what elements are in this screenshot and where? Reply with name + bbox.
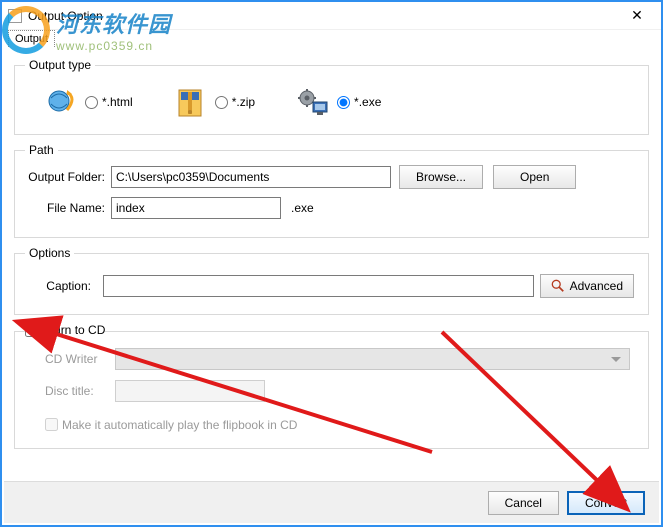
radio-html-input[interactable] (85, 96, 98, 109)
autoplay-label: Make it automatically play the flipbook … (62, 418, 297, 432)
disc-title-row: Disc title: (45, 380, 630, 402)
filename-row: File Name: .exe (25, 197, 638, 219)
path-legend: Path (25, 143, 58, 157)
cd-writer-row: CD Writer (45, 348, 630, 370)
radio-zip-label: *.zip (232, 95, 255, 109)
radio-zip-input[interactable] (215, 96, 228, 109)
burn-legend-text: urn to CD (54, 323, 105, 337)
tab-header: Output (2, 30, 661, 50)
output-folder-input[interactable] (111, 166, 391, 188)
autoplay-checkbox: Make it automatically play the flipbook … (45, 418, 297, 432)
caption-input[interactable] (103, 275, 534, 297)
burn-checkbox-input[interactable] (25, 324, 38, 337)
output-type-group: Output type *.html *.zip (14, 58, 649, 135)
output-type-exe-radio[interactable]: *.exe (337, 95, 381, 109)
autoplay-checkbox-input (45, 418, 58, 431)
tab-output[interactable]: Output (8, 30, 55, 47)
content-area: Output type *.html *.zip (2, 50, 661, 449)
options-group: Options Caption: Advanced (14, 246, 649, 315)
output-folder-row: Output Folder: Browse... Open (25, 165, 638, 189)
dialog-footer: Cancel Convert (4, 481, 659, 523)
output-folder-label: Output Folder: (25, 170, 111, 184)
convert-button[interactable]: Convert (567, 491, 645, 515)
radio-html-label: *.html (102, 95, 133, 109)
disc-title-label: Disc title: (45, 384, 115, 398)
filename-label: File Name: (25, 201, 111, 215)
radio-exe-label: *.exe (354, 95, 381, 109)
caption-label: Caption: (29, 279, 97, 293)
globe-icon (45, 86, 77, 118)
radio-exe-input[interactable] (337, 96, 350, 109)
title-bar: Output Option ✕ (2, 2, 661, 30)
filename-input[interactable] (111, 197, 281, 219)
window-title: Output Option (28, 9, 619, 23)
burn-to-cd-checkbox[interactable]: Burn to CD (25, 323, 105, 337)
options-legend: Options (25, 246, 74, 260)
output-type-legend: Output type (25, 58, 95, 72)
caption-row: Caption: Advanced (25, 268, 638, 304)
close-button[interactable]: ✕ (619, 4, 655, 28)
app-icon (8, 9, 22, 23)
open-button[interactable]: Open (493, 165, 576, 189)
cd-writer-label: CD Writer (45, 352, 115, 366)
path-group: Path Output Folder: Browse... Open File … (14, 143, 649, 238)
burn-group: Burn to CD CD Writer Disc title: Make it… (14, 323, 649, 449)
cd-writer-combo (115, 348, 630, 370)
exe-icon (297, 86, 329, 118)
output-type-zip-radio[interactable]: *.zip (215, 95, 255, 109)
magnifier-icon (551, 279, 565, 293)
zip-icon (175, 86, 207, 118)
output-type-row: *.html *.zip (25, 80, 638, 124)
cancel-button[interactable]: Cancel (488, 491, 559, 515)
browse-button[interactable]: Browse... (399, 165, 483, 189)
advanced-button[interactable]: Advanced (540, 274, 634, 298)
output-type-html-radio[interactable]: *.html (85, 95, 133, 109)
advanced-label: Advanced (570, 279, 623, 293)
disc-title-input (115, 380, 265, 402)
filename-ext: .exe (291, 201, 314, 215)
